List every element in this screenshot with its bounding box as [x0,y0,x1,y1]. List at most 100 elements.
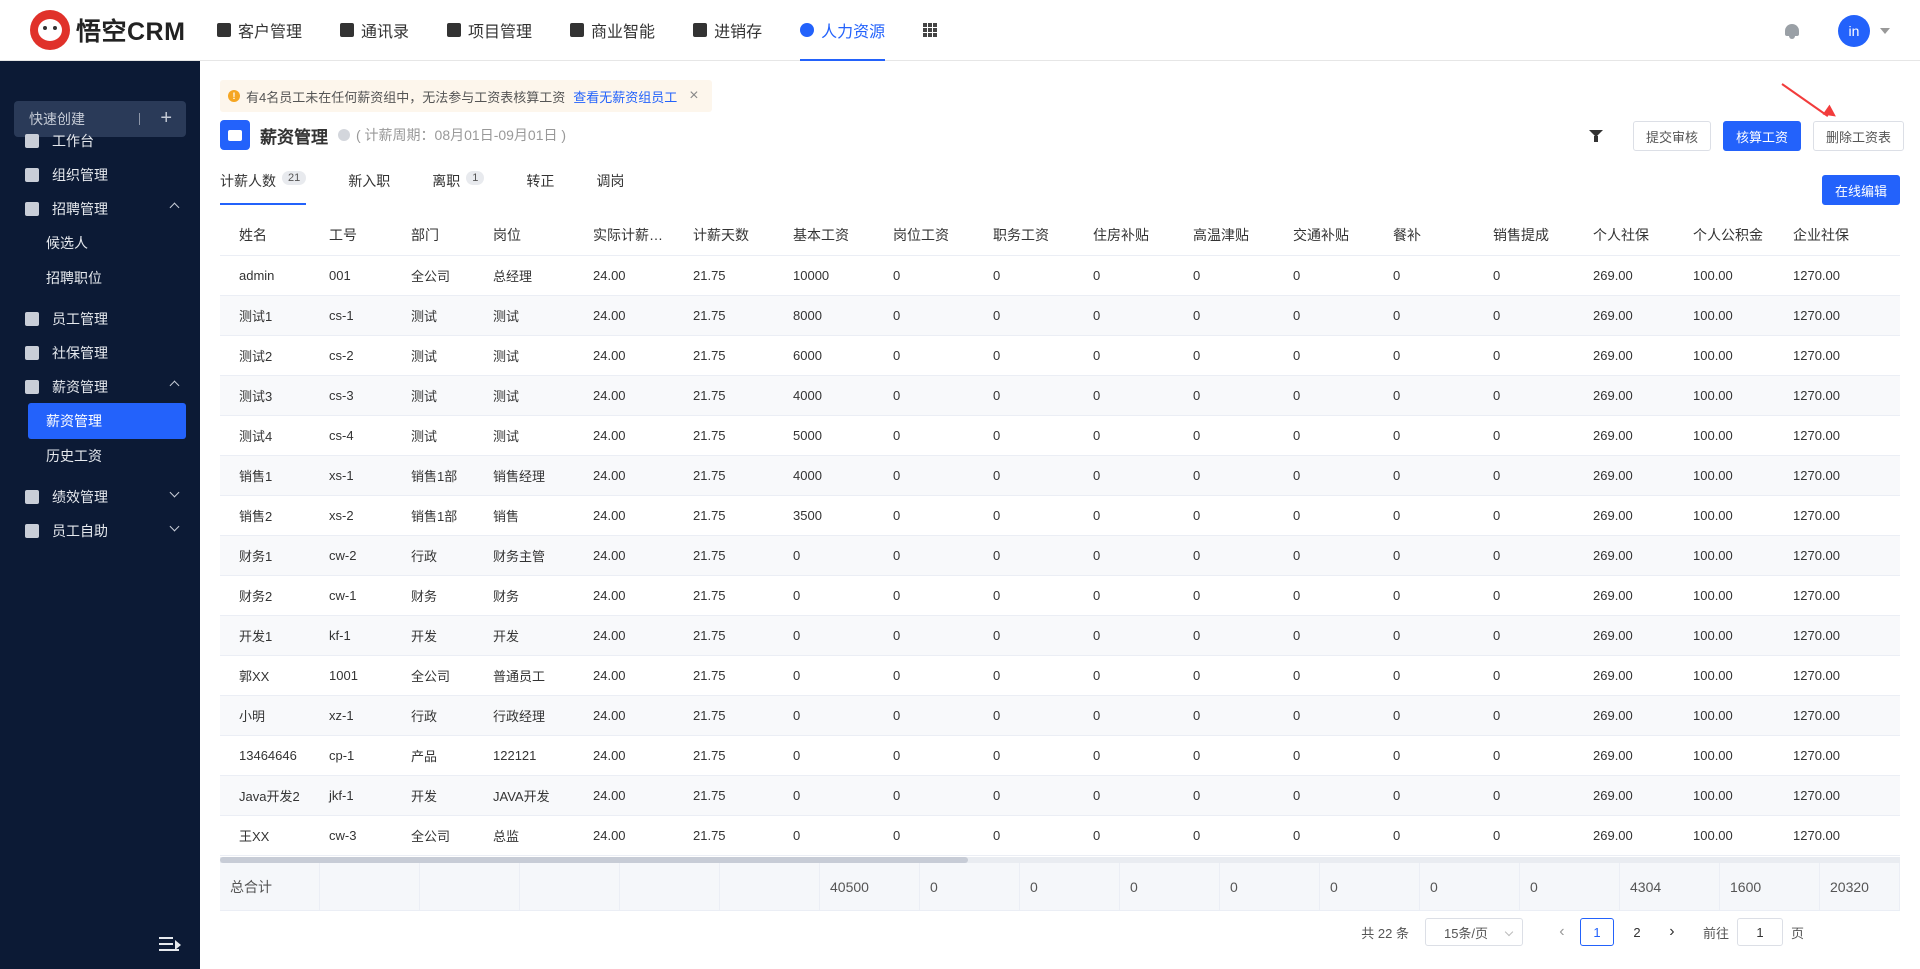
table-cell: 24.00 [574,655,674,696]
nav-item-inventory[interactable]: 进销存 [674,0,781,61]
tab-4[interactable]: 调岗 [596,171,624,205]
column-header[interactable]: 个人社保 [1574,215,1674,256]
column-header[interactable]: 岗位工资 [874,215,974,256]
table-cell: 0 [874,615,974,656]
table-cell: 测试 [392,375,474,416]
page-number[interactable]: 2 [1620,918,1654,946]
table-cell: 财务 [474,575,574,616]
table-cell: 测试 [474,415,574,456]
tab-3[interactable]: 转正 [526,171,554,205]
table-row[interactable]: admin 001 全公司 总经理 24.00 21.75 10000 0 0 0 0 0 0 0 269.… [220,255,1900,296]
table-cell: 0 [1374,495,1474,536]
column-header[interactable]: 基本工资 [774,215,874,256]
table-cell: 测试 [474,335,574,376]
sidebar-subitem[interactable]: 招聘职位 [28,260,186,296]
total-count: 共 22 条 [1361,925,1409,941]
chevron-down-icon[interactable] [1880,27,1890,34]
table-row[interactable]: Java开发2 jkf-1 开发 JAVA开发 24.00 21.75 0 0 0 0 0 0 0 0 26… [220,775,1900,816]
table-row[interactable]: 测试4 cs-4 测试 测试 24.00 21.75 5000 0 0 0 0 0 0 0 269.00 10… [220,415,1900,456]
hr-icon [800,23,815,37]
submit-review-button[interactable]: 提交审核 [1632,121,1711,151]
view-unassigned-link[interactable]: 查看无薪资组员工 [573,87,677,106]
column-header[interactable]: 个人公积金 [1674,215,1774,256]
org-icon [25,168,39,182]
delete-payroll-button[interactable]: 删除工资表 [1812,121,1904,151]
sidebar-item-recruit[interactable]: 招聘管理 [0,188,200,230]
nav-item-contacts[interactable]: 通讯录 [321,0,428,61]
sidebar-item-salary[interactable]: 薪资管理 [0,366,200,408]
prev-page-icon[interactable]: ‹ [1547,918,1577,946]
column-header[interactable]: 职务工资 [974,215,1074,256]
sidebar-item-label: 招聘管理 [52,201,108,217]
page-size-select[interactable]: 15条/页 [1424,918,1523,946]
column-header[interactable]: 企业社保 [1774,215,1900,256]
table-row[interactable]: 销售2 xs-2 销售1部 销售 24.00 21.75 3500 0 0 0 0 0 0 0 269.00… [220,495,1900,536]
nav-item-customer[interactable]: 客户管理 [198,0,321,61]
next-page-icon[interactable]: › [1657,918,1687,946]
chevron-up-icon [169,380,180,391]
column-header[interactable]: 工号 [310,215,392,256]
column-header[interactable]: 部门 [392,215,474,256]
table-row[interactable]: 开发1 kf-1 开发 开发 24.00 21.75 0 0 0 0 0 0 0 0 269.00 100.0… [220,615,1900,656]
edit-online-button[interactable]: 在线编辑 [1821,175,1900,205]
table-row[interactable]: 销售1 xs-1 销售1部 销售经理 24.00 21.75 4000 0 0 0 0 0 0 0 269.… [220,455,1900,496]
nav-item-project[interactable]: 项目管理 [428,0,551,61]
user-avatar[interactable]: in [1838,14,1870,47]
table-cell: 269.00 [1574,815,1674,856]
column-header[interactable]: 岗位 [474,215,574,256]
brand-logo[interactable]: 悟空CRM [0,0,198,61]
table-row[interactable]: 13464646 cp-1 产品 122121 24.00 21.75 0 0 0 0 0 0 0 0 26… [220,735,1900,776]
table-cell: 1001 [310,655,392,696]
table-cell: 0 [1474,735,1574,776]
page-number[interactable]: 1 [1579,918,1614,946]
table-cell: 1270.00 [1774,615,1900,656]
sidebar-item-label: 绩效管理 [52,489,108,505]
table-row[interactable]: 小明 xz-1 行政 行政经理 24.00 21.75 0 0 0 0 0 0 0 0 269.00 100.… [220,695,1900,736]
close-icon[interactable]: × [689,87,698,105]
nav-item-bi[interactable]: 商业智能 [551,0,674,61]
tab-0[interactable]: 计薪人数 21 [220,171,307,205]
table-cell: 269.00 [1574,455,1674,496]
table-cell: 0 [1174,655,1274,696]
table-row[interactable]: 测试3 cs-3 测试 测试 24.00 21.75 4000 0 0 0 0 0 0 0 269.00 10… [220,375,1900,416]
table-row[interactable]: 测试2 cs-2 测试 测试 24.00 21.75 6000 0 0 0 0 0 0 0 269.00 10… [220,335,1900,376]
column-header[interactable]: 销售提成 [1474,215,1574,256]
total-cell: 0 [1420,863,1520,911]
tab-1[interactable]: 新入职 [348,171,390,205]
sidebar-item-label: 薪资管理 [52,379,108,395]
column-header[interactable]: 计薪天数 [674,215,774,256]
table-cell: 王XX [220,815,310,856]
column-header[interactable]: 餐补 [1374,215,1474,256]
table-row[interactable]: 财务2 cw-1 财务 财务 24.00 21.75 0 0 0 0 0 0 0 0 269.00 100.0… [220,575,1900,616]
sidebar-subitem[interactable]: 历史工资 [28,438,186,474]
table-cell: 21.75 [674,535,774,576]
sidebar-subitem[interactable]: 候选人 [28,225,186,261]
column-header[interactable]: 高温津贴 [1174,215,1274,256]
table-row[interactable]: 财务1 cw-2 行政 财务主管 24.00 21.75 0 0 0 0 0 0 0 0 269.00 100… [220,535,1900,576]
table-cell: cw-1 [310,575,392,616]
goto-page-input[interactable] [1736,918,1783,946]
table-row[interactable]: 王XX cw-3 全公司 总监 24.00 21.75 0 0 0 0 0 0 0 0 269.00 100.… [220,815,1900,856]
calculate-salary-button[interactable]: 核算工资 [1722,121,1801,151]
column-header[interactable]: 姓名 [220,215,310,256]
table-cell: 269.00 [1574,615,1674,656]
column-header[interactable]: 实际计薪天数 [574,215,674,256]
table-cell: 产品 [392,735,474,776]
table-row[interactable]: 郭XX 1001 全公司 普通员工 24.00 21.75 0 0 0 0 0 0 0 0 269.00 10… [220,655,1900,696]
table-cell: 0 [874,335,974,376]
sidebar-item-self-service[interactable]: 员工自助 [0,510,200,552]
table-cell: 0 [1374,815,1474,856]
filter-icon[interactable] [1588,129,1603,143]
collapse-sidebar-icon[interactable] [159,937,181,953]
tab-2[interactable]: 离职 1 [432,171,485,205]
table-row[interactable]: 测试1 cs-1 测试 测试 24.00 21.75 8000 0 0 0 0 0 0 0 269.00 10… [220,295,1900,336]
apps-menu[interactable] [904,0,956,61]
column-header[interactable]: 交通补贴 [1274,215,1374,256]
table-cell: cw-3 [310,815,392,856]
column-header[interactable]: 住房补贴 [1074,215,1174,256]
sidebar-item-label: 员工自助 [52,523,108,539]
bell-icon[interactable] [1784,22,1800,40]
sidebar-subitem[interactable]: 薪资管理 [28,403,186,439]
nav-item-hr[interactable]: 人力资源 [781,0,904,61]
monkey-logo-icon [30,10,70,50]
